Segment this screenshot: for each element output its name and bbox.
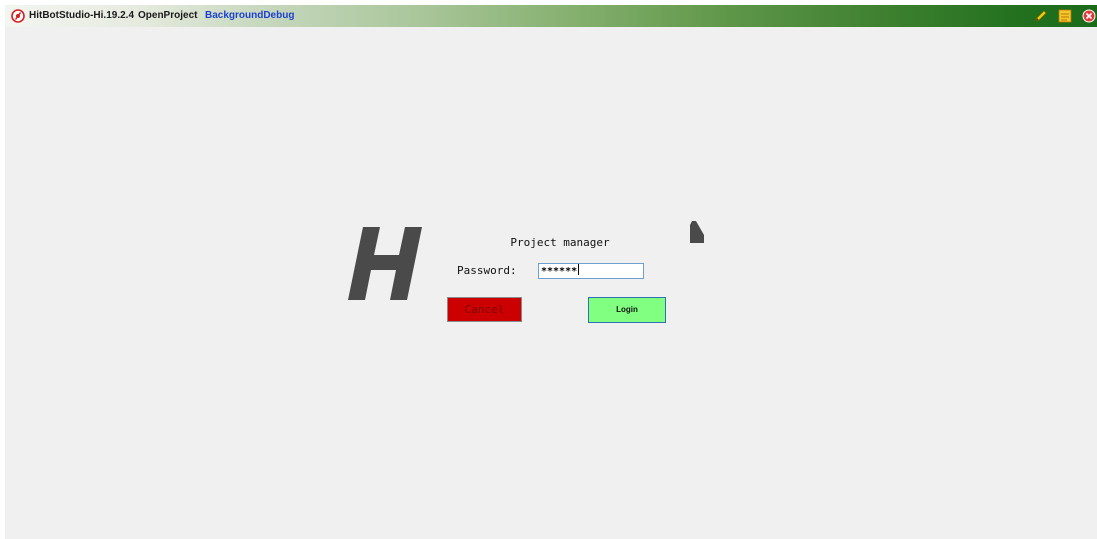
- edit-pen-icon[interactable]: [1034, 9, 1048, 23]
- app-title: HitBotStudio-Hi.19.2.4: [29, 10, 135, 21]
- menu-open-project[interactable]: OpenProject: [138, 9, 197, 23]
- menu-background-debug[interactable]: BackgroundDebug: [205, 9, 294, 23]
- close-icon[interactable]: [1082, 9, 1096, 23]
- corner-mark-icon: [690, 221, 704, 243]
- password-label: Password:: [457, 264, 517, 277]
- text-caret: [578, 264, 580, 275]
- dialog-title: Project manager: [510, 236, 610, 249]
- notes-icon[interactable]: [1058, 9, 1072, 23]
- password-value: ******: [541, 266, 578, 277]
- login-button[interactable]: Login: [588, 297, 666, 323]
- app-logo-icon: [11, 9, 25, 23]
- password-field[interactable]: ******: [538, 263, 644, 279]
- app-window: HitBotStudio-Hi.19.2.4 OpenProject Backg…: [5, 5, 1097, 539]
- cancel-button[interactable]: Cancel: [447, 297, 522, 322]
- title-bar: HitBotStudio-Hi.19.2.4 OpenProject Backg…: [5, 5, 1097, 27]
- h-logo: [348, 227, 422, 300]
